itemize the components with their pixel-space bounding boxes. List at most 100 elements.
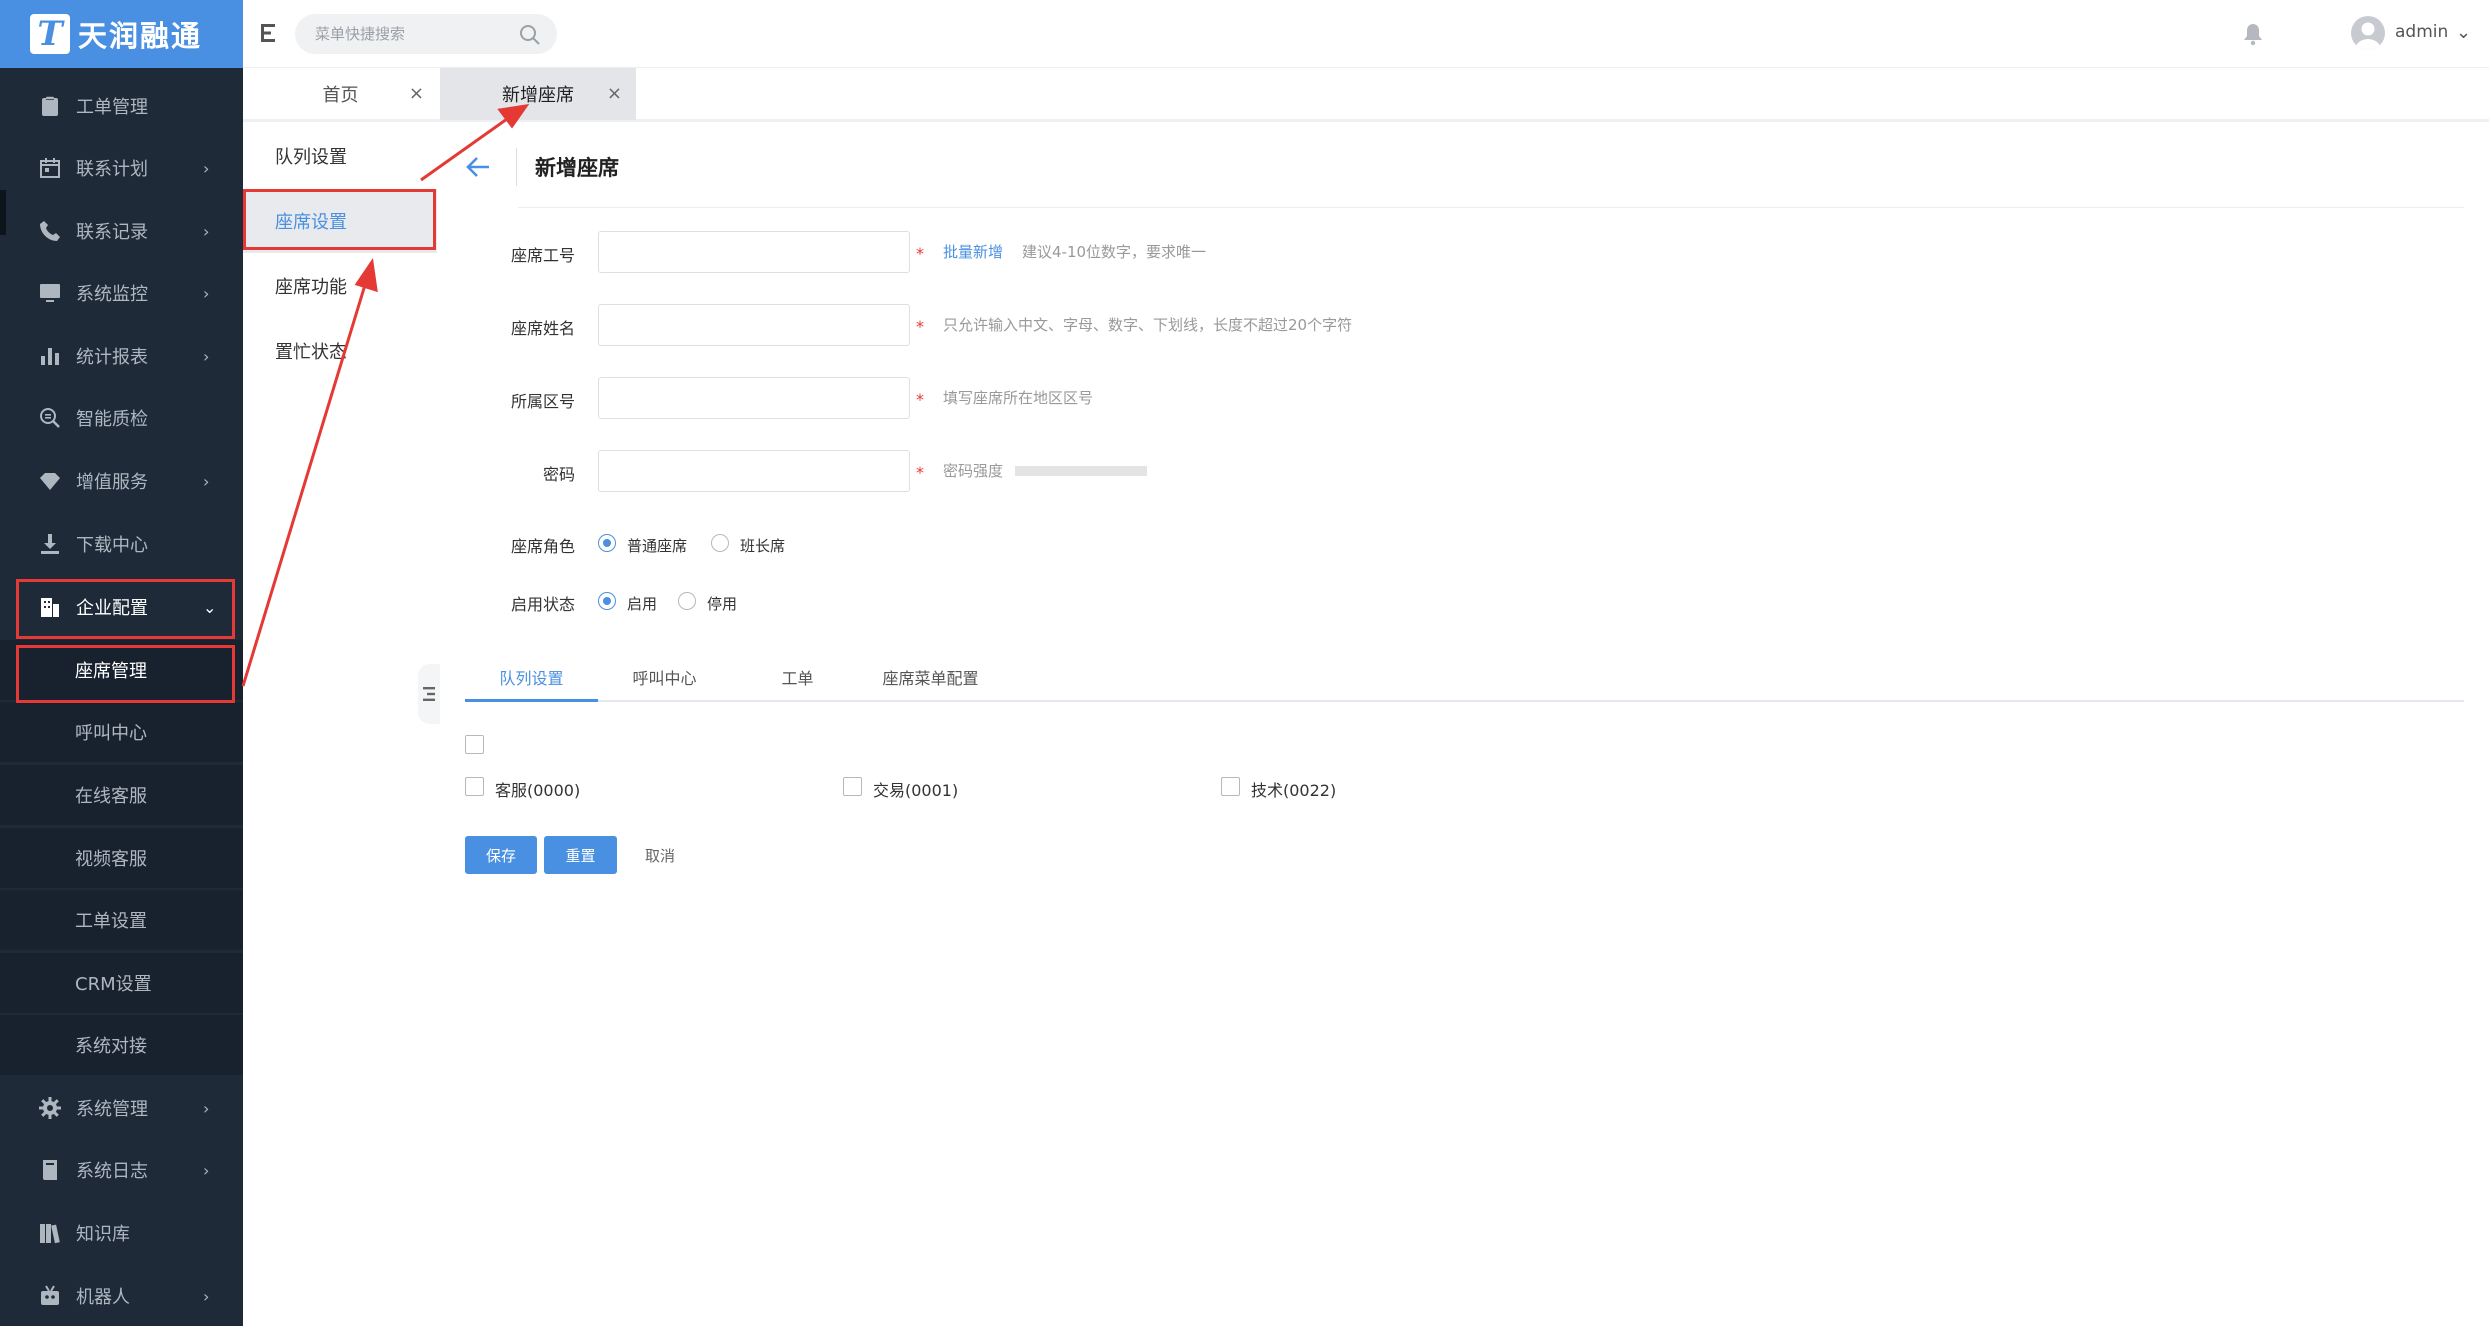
sidebar-item-system-logs[interactable]: 系统日志 › — [0, 1140, 243, 1200]
secondary-item-queue-settings[interactable]: 队列设置 — [243, 124, 437, 188]
calendar-icon — [40, 158, 60, 178]
sidebar-subitem-system-integration[interactable]: 系统对接 — [0, 1015, 243, 1075]
sidebar-item-quality-check[interactable]: 智能质检 — [0, 388, 243, 448]
form-tabs-baseline — [465, 700, 2464, 702]
status-option-label[interactable]: 启用 — [627, 593, 657, 614]
tab-home[interactable]: 首页 × — [243, 68, 438, 120]
secondary-item-agent-functions[interactable]: 座席功能 — [243, 254, 437, 318]
header-separator — [518, 207, 2464, 208]
sidebar-subitem-work-order-settings[interactable]: 工单设置 — [0, 890, 243, 950]
sidebar-subitem-agent-management[interactable]: 座席管理 — [0, 640, 243, 700]
queue-checkbox[interactable] — [1221, 777, 1240, 796]
sidebar: T 天润融通 工单管理 联系计划 › 联系记录 › 系统监控 › 统计报表 › … — [0, 0, 243, 1326]
form-tab-call-center[interactable]: 呼叫中心 — [598, 652, 731, 702]
sidebar-item-label: 联系计划 — [76, 159, 148, 180]
agent-id-input[interactable] — [598, 231, 910, 273]
monitor-icon — [40, 284, 60, 302]
collapse-icon — [423, 687, 435, 701]
menu-search-input[interactable] — [295, 14, 557, 54]
back-arrow-icon[interactable] — [463, 152, 493, 182]
gear-icon — [39, 1097, 61, 1119]
sidebar-item-label: 系统监控 — [76, 284, 148, 305]
sidebar-subitem-crm-settings[interactable]: CRM设置 — [0, 953, 243, 1013]
search-icon[interactable] — [519, 24, 541, 46]
required-mark: * — [916, 390, 924, 409]
role-radio-team-lead[interactable] — [711, 534, 729, 552]
secondary-item-agent-settings[interactable]: 座席设置 — [243, 189, 437, 253]
required-mark: * — [916, 463, 924, 482]
brand-name: 天润融通 — [78, 19, 203, 53]
bar-chart-icon — [41, 348, 59, 365]
form-tab-queue-settings[interactable]: 队列设置 — [465, 652, 598, 702]
role-radio-normal[interactable] — [598, 534, 616, 552]
sidebar-subitem-online-service[interactable]: 在线客服 — [0, 765, 243, 825]
diamond-icon — [40, 473, 60, 490]
sidebar-item-reports[interactable]: 统计报表 › — [0, 326, 243, 386]
role-option-label[interactable]: 班长席 — [740, 535, 785, 556]
required-mark: * — [916, 244, 924, 263]
area-code-input[interactable] — [598, 377, 910, 419]
queue-checkbox[interactable] — [465, 777, 484, 796]
status-radio-disabled[interactable] — [678, 592, 696, 610]
sidebar-subitem-video-service[interactable]: 视频客服 — [0, 828, 243, 888]
page-title: 新增座席 — [535, 156, 619, 180]
agent-id-hint: 建议4-10位数字，要求唯一 — [1022, 243, 1207, 261]
status-radio-enabled[interactable] — [598, 592, 616, 610]
menu-toggle-icon[interactable] — [259, 22, 281, 44]
agent-id-label: 座席工号 — [510, 246, 575, 265]
queue-label[interactable]: 交易(0001) — [873, 777, 958, 801]
sidebar-item-knowledge-base[interactable]: 知识库 — [0, 1203, 243, 1263]
chevron-right-icon: › — [203, 1160, 210, 1180]
queue-label[interactable]: 技术(0022) — [1251, 777, 1336, 801]
secondary-item-busy-status[interactable]: 置忙状态 — [243, 319, 437, 383]
chevron-right-icon: › — [203, 283, 210, 303]
status-label: 启用状态 — [510, 595, 575, 614]
chevron-down-icon[interactable]: ⌄ — [2456, 22, 2471, 43]
sidebar-item-system-management[interactable]: 系统管理 › — [0, 1078, 243, 1138]
bell-icon[interactable] — [2241, 22, 2265, 46]
agent-name-label: 座席姓名 — [510, 319, 575, 338]
sidebar-item-robot[interactable]: 机器人 › — [0, 1266, 243, 1326]
close-icon[interactable]: × — [607, 83, 622, 104]
save-button[interactable]: 保存 — [465, 836, 537, 874]
select-all-checkbox[interactable] — [465, 735, 484, 754]
cancel-button[interactable]: 取消 — [625, 836, 695, 874]
form-tab-work-order[interactable]: 工单 — [731, 652, 864, 702]
search-list-icon — [40, 408, 60, 428]
sidebar-item-work-orders[interactable]: 工单管理 — [0, 76, 243, 136]
sidebar-item-contact-records[interactable]: 联系记录 › — [0, 201, 243, 261]
password-input[interactable] — [598, 450, 910, 492]
sidebar-item-label: 工单管理 — [76, 97, 148, 118]
sidebar-subitem-call-center[interactable]: 呼叫中心 — [0, 702, 243, 762]
tab-new-agent[interactable]: 新增座席 × — [440, 68, 636, 120]
area-code-hint: 填写座席所在地区区号 — [943, 389, 1094, 407]
queue-checkbox[interactable] — [843, 777, 862, 796]
robot-icon — [41, 1285, 59, 1305]
sidebar-item-system-monitor[interactable]: 系统监控 › — [0, 263, 243, 323]
sidebar-item-value-added[interactable]: 增值服务 › — [0, 451, 243, 511]
close-icon[interactable]: × — [409, 83, 424, 104]
reset-button[interactable]: 重置 — [544, 836, 617, 874]
chevron-right-icon: › — [203, 1098, 210, 1118]
sidebar-item-downloads[interactable]: 下载中心 — [0, 514, 243, 574]
sidebar-item-contact-plan[interactable]: 联系计划 › — [0, 138, 243, 198]
agent-name-input[interactable] — [598, 304, 910, 346]
user-name[interactable]: admin — [2395, 22, 2448, 42]
sidebar-item-label: 企业配置 — [76, 598, 148, 619]
brand-logo[interactable]: T 天润融通 — [0, 0, 243, 68]
password-label: 密码 — [542, 465, 575, 484]
batch-add-link[interactable]: 批量新增 — [943, 241, 1003, 262]
form-tab-agent-menu[interactable]: 座席菜单配置 — [864, 652, 997, 702]
tab-label: 首页 — [322, 85, 359, 106]
status-option-label[interactable]: 停用 — [707, 593, 737, 614]
panel-collapse-handle[interactable] — [418, 664, 440, 724]
page-tabs: 首页 × 新增座席 × — [243, 68, 2489, 122]
user-avatar-icon — [2355, 22, 2381, 50]
logo-mark-icon: T — [30, 14, 70, 54]
sidebar-item-label: 统计报表 — [76, 347, 148, 368]
sidebar-item-label: 知识库 — [76, 1224, 130, 1245]
queue-label[interactable]: 客服(0000) — [495, 777, 580, 801]
role-option-label[interactable]: 普通座席 — [627, 535, 687, 556]
avatar[interactable] — [2351, 16, 2385, 50]
sidebar-item-enterprise-config[interactable]: 企业配置 ⌄ — [0, 577, 243, 637]
